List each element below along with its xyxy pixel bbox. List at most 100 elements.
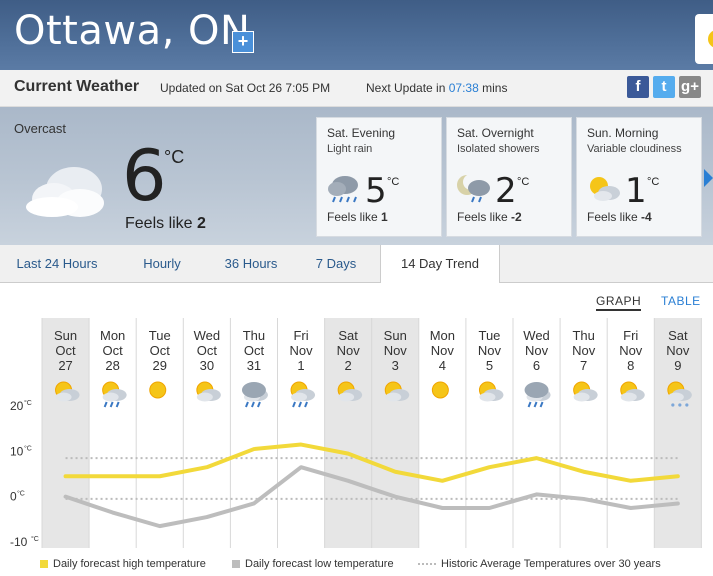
feels-like-label: Feels like xyxy=(125,215,193,232)
day-month: Oct xyxy=(103,343,124,358)
next-update: Next Update in 07:38 mins xyxy=(366,81,507,95)
forecast-tabs: Last 24 Hours Hourly 36 Hours 7 Days 14 … xyxy=(0,245,713,283)
current-temp-unit: °C xyxy=(164,147,185,167)
table-view-button[interactable]: TABLE xyxy=(661,294,701,308)
tab-last-24-hours[interactable]: Last 24 Hours xyxy=(0,245,114,282)
card-condition: Light rain xyxy=(327,143,373,155)
day-of-week: Mon xyxy=(430,328,455,343)
day-of-week: Sat xyxy=(338,328,358,343)
tab-hourly[interactable]: Hourly xyxy=(114,245,210,282)
forecast-card-overnight[interactable]: Sat. Overnight Isolated showers 2 °C Fee… xyxy=(446,117,572,237)
day-number: 5 xyxy=(486,358,493,373)
y-tick-unit: °C xyxy=(31,535,39,543)
legend-low: Daily forecast low temperature xyxy=(232,558,394,570)
add-location-button[interactable]: + xyxy=(232,31,254,53)
day-month: Nov xyxy=(525,343,549,358)
trend-chart: SunOct27MonOct28TueOct29WedOct30ThuOct31… xyxy=(10,318,702,549)
graph-view-button[interactable]: GRAPH xyxy=(596,294,642,311)
card-feels-like: Feels like 1 xyxy=(327,210,388,224)
next-update-prefix: Next Update in xyxy=(366,81,446,95)
day-number: 7 xyxy=(580,358,587,373)
next-update-suffix: mins xyxy=(482,81,508,95)
card-temperature: 5 xyxy=(365,171,387,211)
tab-14-day-trend[interactable]: 14 Day Trend xyxy=(380,245,500,283)
google-plus-icon[interactable]: g+ xyxy=(679,76,701,98)
day-month: Nov xyxy=(572,343,596,358)
current-conditions-panel: Overcast 6 °C Feels like 2 Sat. Evening … xyxy=(0,107,713,245)
card-unit: °C xyxy=(517,176,530,188)
tab-7-days[interactable]: 7 Days xyxy=(292,245,380,282)
twitter-icon[interactable]: t xyxy=(653,76,675,98)
day-of-week: Wed xyxy=(194,328,221,343)
legend-historic-label: Historic Average Temperatures over 30 ye… xyxy=(441,558,661,570)
legend-high-label: Daily forecast high temperature xyxy=(53,558,206,570)
day-month: Oct xyxy=(197,343,218,358)
card-period: Sun. Morning xyxy=(587,126,659,140)
day-of-week: Tue xyxy=(149,328,171,343)
day-of-week: Fri xyxy=(623,328,638,343)
y-tick-unit: °C xyxy=(24,444,32,452)
next-arrow-icon[interactable] xyxy=(704,169,713,187)
day-number: 2 xyxy=(345,358,352,373)
day-month: Oct xyxy=(150,343,171,358)
current-weather-title: Current Weather xyxy=(14,78,140,95)
sun-icon xyxy=(149,381,167,399)
legend-low-label: Daily forecast low temperature xyxy=(245,558,394,570)
card-condition: Isolated showers xyxy=(457,143,540,155)
location-header: Ottawa, ON + xyxy=(0,0,713,70)
forecast-card-evening[interactable]: Sat. Evening Light rain 5 °C Feels like … xyxy=(316,117,442,237)
day-number: 30 xyxy=(200,358,214,373)
day-number: 29 xyxy=(153,358,167,373)
sun-cloud-icon xyxy=(590,177,620,201)
day-number: 3 xyxy=(392,358,399,373)
day-month: Nov xyxy=(478,343,502,358)
next-update-time: 07:38 xyxy=(448,81,479,95)
day-number: 4 xyxy=(439,358,446,373)
sun-icon xyxy=(431,381,449,399)
city-title: Ottawa, ON xyxy=(14,8,251,54)
card-feels-value: -2 xyxy=(511,210,522,224)
card-feels-value: 1 xyxy=(381,210,388,224)
day-number: 9 xyxy=(674,358,681,373)
day-of-week: Mon xyxy=(100,328,125,343)
overcast-cloud-icon xyxy=(26,167,104,217)
card-feels-value: -4 xyxy=(641,210,652,224)
day-number: 1 xyxy=(297,358,304,373)
day-of-week: Thu xyxy=(243,328,265,343)
day-number: 31 xyxy=(247,358,261,373)
card-unit: °C xyxy=(647,176,660,188)
day-number: 28 xyxy=(105,358,119,373)
updated-time: Updated on Sat Oct 26 7:05 PM xyxy=(160,81,331,95)
card-temperature: 1 xyxy=(625,171,647,211)
day-number: 27 xyxy=(58,358,72,373)
current-feels-like: Feels like 2 xyxy=(125,215,206,233)
card-temperature: 2 xyxy=(495,171,517,211)
day-month: Nov xyxy=(431,343,455,358)
current-temperature: 6 xyxy=(122,135,167,217)
day-month: Oct xyxy=(55,343,76,358)
day-of-week: Fri xyxy=(293,328,308,343)
moon-showers-icon xyxy=(457,174,490,203)
day-of-week: Sat xyxy=(668,328,688,343)
day-month: Nov xyxy=(289,343,313,358)
card-period: Sat. Evening xyxy=(327,126,396,140)
day-month: Oct xyxy=(244,343,265,358)
day-of-week: Thu xyxy=(572,328,594,343)
sun-icon[interactable] xyxy=(695,14,713,64)
y-tick-unit: °C xyxy=(17,490,25,498)
day-of-week: Wed xyxy=(523,328,550,343)
card-feels-like: Feels like -2 xyxy=(457,210,522,224)
day-number: 6 xyxy=(533,358,540,373)
facebook-icon[interactable]: f xyxy=(627,76,649,98)
tab-36-hours[interactable]: 36 Hours xyxy=(210,245,292,282)
legend-high-swatch xyxy=(40,560,48,569)
y-tick-label: 0 xyxy=(10,490,17,504)
y-tick-unit: °C xyxy=(24,399,32,407)
current-condition: Overcast xyxy=(14,121,67,136)
legend-historic-swatch xyxy=(418,563,436,566)
forecast-card-morning[interactable]: Sun. Morning Variable cloudiness 1 °C Fe… xyxy=(576,117,702,237)
card-unit: °C xyxy=(387,176,400,188)
day-of-week: Sun xyxy=(384,328,407,343)
y-tick-label: 20 xyxy=(10,399,24,413)
card-feels-label: Feels like xyxy=(457,210,508,224)
